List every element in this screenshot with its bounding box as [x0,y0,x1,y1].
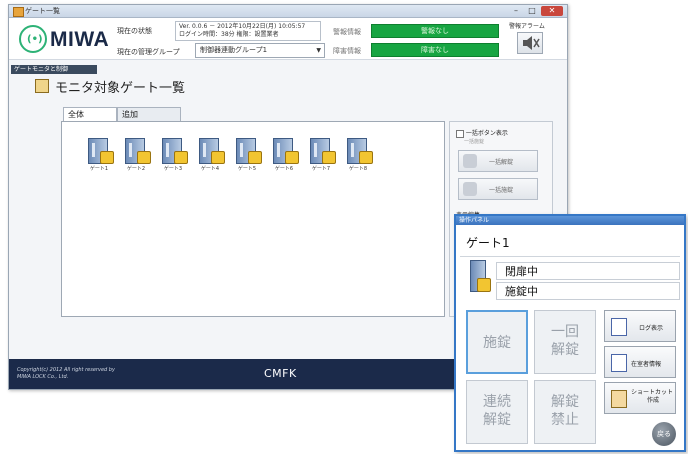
lock-icon [100,151,114,164]
unlock-once-line-1: 一回 [551,324,579,340]
create-shortcut-button[interactable]: ショートカット 作成 [604,382,676,414]
gate-item-5[interactable]: ゲート5 [230,138,266,178]
speaker-mute-icon [523,36,540,50]
window-title: ゲート一覧 [25,7,60,15]
gate-item-8[interactable]: ゲート8 [341,138,377,178]
gate-item-7[interactable]: ゲート7 [304,138,340,178]
section-tab[interactable]: ゲートモニタと制御 [11,65,97,74]
gate-item-2[interactable]: ゲート2 [119,138,155,178]
alarm-status: 警報なし [371,24,499,38]
gate-list-panel: ゲート1 ゲート2 ゲート3 ゲート4 ゲート5 ゲート6 ゲート7 ゲート8 [61,121,445,317]
gate-name: ゲート3 [163,166,183,172]
gate-name: ゲート7 [311,166,331,172]
gate-item-6[interactable]: ゲート6 [267,138,303,178]
gate-item-1[interactable]: ゲート1 [82,138,118,178]
unlock-icon [463,154,477,168]
continuous-unlock-line-2: 解錠 [483,412,511,428]
lock-icon [174,151,188,164]
lock-status: 施錠中 [496,282,680,300]
tab-add[interactable]: 追加 [117,107,181,121]
bulk-toggle[interactable]: 一括ボタン表示 [456,128,508,138]
lock-icon [285,151,299,164]
title-bar: ゲート一覧 – □ ✕ [9,5,567,18]
unlock-once-button[interactable]: 一回 解錠 [534,310,596,374]
alarm-sound-button[interactable] [517,32,543,54]
close-button[interactable]: ✕ [541,6,563,16]
door-status: 閉扉中 [496,262,680,280]
document-icon [35,79,49,93]
presence-icon [611,354,627,372]
continuous-unlock-line-1: 連続 [483,394,511,410]
gate-item-3[interactable]: ゲート3 [156,138,192,178]
lock-icon [248,151,262,164]
operation-panel: 操作パネル ゲート1 閉扉中 施錠中 施錠 一回 解錠 連続 解錠 解錠 禁止 … [454,214,686,452]
app-icon [13,7,24,17]
lock-button[interactable]: 施錠 [466,310,528,374]
copyright-line-1: Copyright(c) 2012 All right reserved by [17,367,115,373]
group-select-value: 制御器連動グループ1 [200,46,268,54]
lock-icon [322,151,336,164]
lock-all-button[interactable]: 一括施錠 [458,178,538,200]
continuous-unlock-button[interactable]: 連続 解錠 [466,380,528,444]
gate-status-icon [468,260,491,296]
lock-all-label: 一括施錠 [489,187,514,194]
log-view-button[interactable]: ログ表示 [604,310,676,342]
gate-name: ゲート4 [200,166,220,172]
shortcut-icon [611,390,627,408]
group-label: 現在の管理グループ [117,48,180,56]
unlock-prohibit-button[interactable]: 解錠 禁止 [534,380,596,444]
gate-name: ゲート5 [237,166,257,172]
miwa-logo: (•) MIWA [19,25,129,55]
lock-icon [463,182,477,196]
create-shortcut-label: ショートカット 作成 [631,389,673,405]
copyright: Copyright(c) 2012 All right reserved by … [17,367,115,381]
alarm-sound-label: 警報アラーム [509,23,545,30]
unlock-all-label: 一括解錠 [489,159,514,166]
chevron-down-icon: ▼ [316,47,321,54]
lock-icon [359,151,373,164]
tab-all[interactable]: 全体 [63,107,117,122]
gate-item-4[interactable]: ゲート4 [193,138,229,178]
lock-icon [211,151,225,164]
gate-name: ゲート6 [274,166,294,172]
unlock-prohibit-line-2: 禁止 [551,412,579,428]
selected-gate-name: ゲート1 [466,236,510,250]
log-icon [611,318,627,336]
presence-info-button[interactable]: 在室者情報 [604,346,676,378]
gate-name: ゲート2 [126,166,146,172]
unlock-once-line-2: 解錠 [551,342,579,358]
copyright-line-2: MIWA LOCK Co., Ltd. [17,374,69,380]
checkbox[interactable] [456,129,464,138]
create-shortcut-line-2: 作成 [647,397,660,404]
status-label: 現在の状態 [117,27,152,35]
alarm-label: 警報情報 [333,28,361,36]
create-shortcut-line-1: ショートカット [631,389,674,396]
maximize-button[interactable]: □ [525,6,539,16]
gate-name: ゲート8 [348,166,368,172]
status-line-1: Ver. 0.0.6 － 2012年10月22日(月) 10:05:57 [179,23,306,30]
divider [460,256,680,257]
group-select[interactable]: 制御器連動グループ1 ▼ [195,43,325,58]
gate-name: ゲート1 [89,166,109,172]
minimize-button[interactable]: – [509,6,523,16]
lock-icon [477,278,491,292]
bulk-caption: 一括施錠 [464,139,485,145]
status-line-2: ログイン時間：38分 権限：設置業者 [179,31,279,38]
unlock-all-button[interactable]: 一括解錠 [458,150,538,172]
fault-status: 障害なし [371,43,499,57]
logo-text: MIWA [50,28,110,51]
operation-panel-title: 操作パネル [456,216,684,225]
logo-mark-icon: (•) [19,25,47,53]
presence-info-label: 在室者情報 [631,361,662,368]
fault-label: 障害情報 [333,47,361,55]
page-title: モニタ対象ゲート一覧 [55,81,186,96]
unlock-prohibit-line-1: 解錠 [551,394,579,410]
lock-icon [137,151,151,164]
bulk-toggle-label: 一括ボタン表示 [465,130,508,137]
header: (•) MIWA 現在の状態 Ver. 0.0.6 － 2012年10月22日(… [9,18,567,60]
footer-code: CMFK [264,367,297,380]
back-button[interactable]: 戻る [652,422,676,446]
status-box: Ver. 0.0.6 － 2012年10月22日(月) 10:05:57 ログイ… [175,21,321,41]
log-view-label: ログ表示 [639,325,664,332]
